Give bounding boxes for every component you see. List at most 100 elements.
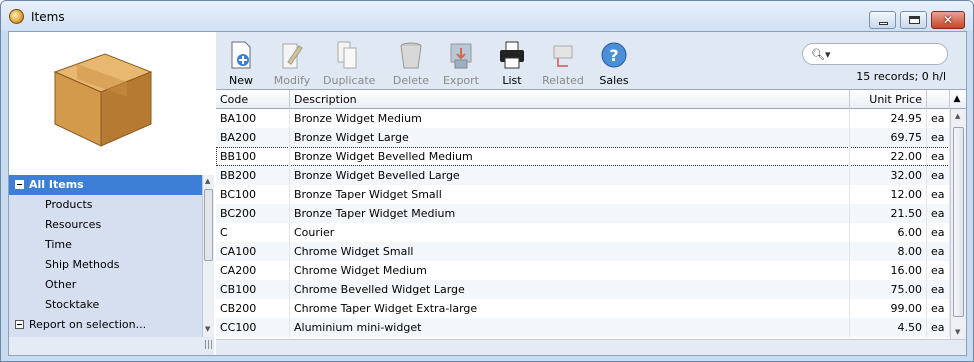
delete-button[interactable]: Delete xyxy=(386,38,436,88)
cell-code: CA200 xyxy=(216,261,290,280)
tree-scrollbar[interactable]: ▲ ▼ xyxy=(202,175,214,337)
cell-code: BB200 xyxy=(216,166,290,185)
table-row[interactable]: CA200 Chrome Widget Medium 16.00 ea xyxy=(216,261,950,280)
tree-item-time[interactable]: Time xyxy=(9,235,202,255)
title-bar[interactable]: Items ✕ xyxy=(1,1,973,31)
scroll-up-icon[interactable]: ▲ xyxy=(205,177,210,185)
column-header-code[interactable]: Code xyxy=(216,90,290,109)
client-area: All Items Products Resources Time Ship M… xyxy=(8,31,967,356)
table-row[interactable]: CB200 Chrome Taper Widget Extra-large 99.0… xyxy=(216,299,950,318)
cell-description: Bronze Taper Widget Small xyxy=(290,185,850,204)
export-button[interactable]: Export xyxy=(436,38,486,88)
new-button[interactable]: New xyxy=(216,38,266,88)
tree-item-label: Time xyxy=(45,238,72,251)
collapse-icon[interactable] xyxy=(15,180,24,189)
cell-description: Chrome Taper Widget Extra-large xyxy=(290,299,850,318)
cell-description: Aluminium mini-widget xyxy=(290,318,850,337)
table-scrollbar[interactable]: ▲ ▼ xyxy=(950,109,966,340)
scroll-thumb[interactable] xyxy=(953,127,964,317)
tree-item-other[interactable]: Other xyxy=(9,275,202,295)
scroll-down-icon[interactable]: ▼ xyxy=(205,325,210,333)
cell-unit: ea xyxy=(927,242,950,261)
tree-item-resources[interactable]: Resources xyxy=(9,215,202,235)
column-header-unit[interactable] xyxy=(927,90,950,109)
search-icon[interactable]: 🔍︎▾ xyxy=(811,48,831,61)
cell-description: Bronze Widget Bevelled Large xyxy=(290,166,850,185)
cell-unit-price: 4.50 xyxy=(850,318,927,337)
collapse-icon[interactable] xyxy=(15,320,24,329)
table-row[interactable]: CB100 Chrome Bevelled Widget Large 75.00 ea xyxy=(216,280,950,299)
list-button[interactable]: List xyxy=(487,38,537,88)
cell-unit: ea xyxy=(927,204,950,223)
maximize-button[interactable] xyxy=(900,11,927,29)
export-label: Export xyxy=(442,74,479,87)
modify-button[interactable]: Modify xyxy=(267,38,317,88)
help-question-icon: ? xyxy=(601,42,627,68)
tree-item-label: Products xyxy=(45,198,93,211)
cell-description: Chrome Widget Small xyxy=(290,242,850,261)
tree-item-all-items[interactable]: All Items xyxy=(9,175,202,195)
scroll-thumb[interactable] xyxy=(204,189,213,261)
cell-description: Bronze Widget Large xyxy=(290,128,850,147)
tree-item-label: Report on selection... xyxy=(29,318,147,331)
items-table: Code Description Unit Price ▲ BA100 Bronz… xyxy=(216,89,966,340)
duplicate-label: Duplicate xyxy=(323,74,376,87)
cell-unit-price: 24.95 xyxy=(850,109,927,128)
maximize-icon xyxy=(909,16,920,24)
modify-label: Modify xyxy=(273,74,311,87)
table-row[interactable]: C Courier 6.00 ea xyxy=(216,223,950,242)
close-button[interactable]: ✕ xyxy=(931,11,965,29)
cell-code: CA100 xyxy=(216,242,290,261)
app-icon xyxy=(9,9,24,24)
table-row[interactable]: BB200 Bronze Widget Bevelled Large 32.00 ea xyxy=(216,166,950,185)
record-status: 15 records; 0 h/l xyxy=(856,70,946,83)
scroll-up-icon[interactable]: ▲ xyxy=(955,112,960,120)
column-header-unit-price[interactable]: Unit Price xyxy=(850,90,927,109)
tree-item-label: Other xyxy=(45,278,77,291)
related-label: Related xyxy=(542,74,584,87)
cell-code: CC100 xyxy=(216,318,290,337)
cell-unit-price: 8.00 xyxy=(850,242,927,261)
svg-text:?: ? xyxy=(609,46,618,65)
related-button[interactable]: Related xyxy=(538,38,588,88)
new-label: New xyxy=(229,74,253,87)
new-document-icon xyxy=(231,41,251,69)
tree-item-products[interactable]: Products xyxy=(9,195,202,215)
tree-item-stocktake[interactable]: Stocktake xyxy=(9,295,202,315)
column-header-description[interactable]: Description xyxy=(290,90,850,109)
column-chooser-icon[interactable]: ▲ xyxy=(950,91,964,107)
table-row[interactable]: BC200 Bronze Taper Widget Medium 21.50 ea xyxy=(216,204,950,223)
tree-item-ship-methods[interactable]: Ship Methods xyxy=(9,255,202,275)
cell-unit: ea xyxy=(927,280,950,299)
splitter-grip-icon[interactable]: ||| xyxy=(204,340,213,350)
cell-unit-price: 16.00 xyxy=(850,261,927,280)
search-input[interactable]: 🔍︎▾ xyxy=(802,43,948,65)
duplicate-button[interactable]: Duplicate xyxy=(323,38,376,88)
cardboard-box-icon xyxy=(53,53,153,147)
cell-description: Courier xyxy=(290,223,850,242)
left-panel: All Items Products Resources Time Ship M… xyxy=(9,32,214,355)
cell-code: CB200 xyxy=(216,299,290,318)
cell-unit-price: 75.00 xyxy=(850,280,927,299)
table-row[interactable]: BA200 Bronze Widget Large 69.75 ea xyxy=(216,128,950,147)
cell-unit: ea xyxy=(927,128,950,147)
minimize-icon xyxy=(879,22,888,25)
trash-icon xyxy=(400,42,422,69)
sales-button[interactable]: ? Sales xyxy=(589,38,639,88)
tree-item-report-on-selection[interactable]: Report on selection... xyxy=(9,315,202,335)
table-row[interactable]: CC100 Aluminium mini-widget 4.50 ea xyxy=(216,318,950,337)
table-row[interactable]: BA100 Bronze Widget Medium 24.95 ea xyxy=(216,109,950,128)
toolbar: New Modify Duplicate Delete Export List … xyxy=(216,32,966,89)
cell-code: BC200 xyxy=(216,204,290,223)
minimize-button[interactable] xyxy=(869,11,896,29)
printer-icon xyxy=(500,41,524,69)
cell-unit: ea xyxy=(927,223,950,242)
table-row[interactable]: BB100 Bronze Widget Bevelled Medium 22.00 e… xyxy=(216,147,950,166)
items-window: Items ✕ All Items Products Resources Tim… xyxy=(0,0,974,362)
table-row[interactable]: CA100 Chrome Widget Small 8.00 ea xyxy=(216,242,950,261)
cell-description: Chrome Widget Medium xyxy=(290,261,850,280)
table-row[interactable]: BC100 Bronze Taper Widget Small 12.00 ea xyxy=(216,185,950,204)
scroll-down-icon[interactable]: ▼ xyxy=(955,328,960,336)
cell-unit-price: 12.00 xyxy=(850,185,927,204)
cell-unit: ea xyxy=(927,109,950,128)
